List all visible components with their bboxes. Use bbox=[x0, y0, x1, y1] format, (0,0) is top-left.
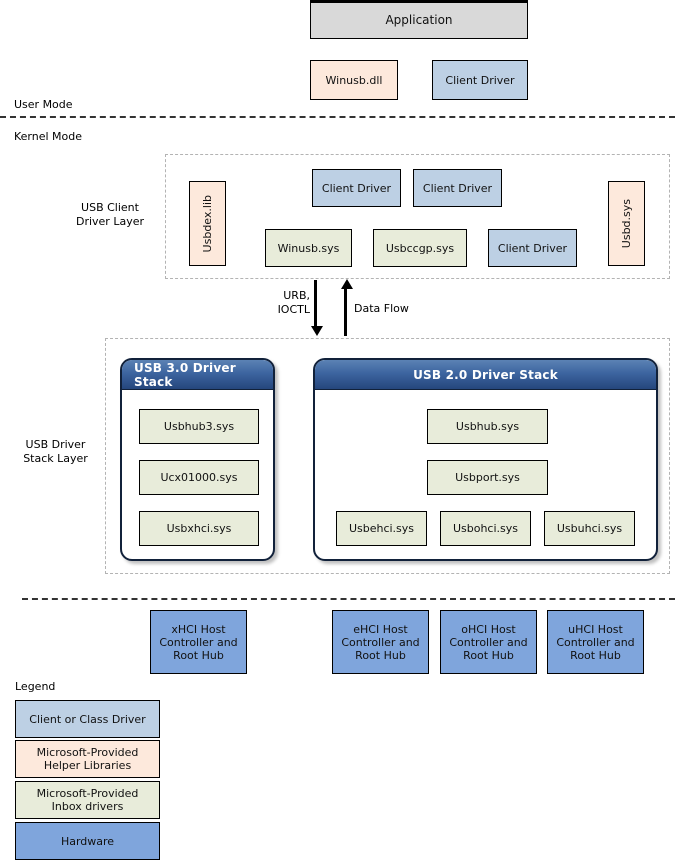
xhci-line1: xHCI Host bbox=[171, 622, 226, 636]
ohci-line3: Root Hub bbox=[463, 648, 514, 662]
kernel-client-driver-box-1: Client Driver bbox=[312, 169, 401, 207]
xhci-line3: Root Hub bbox=[173, 648, 224, 662]
usbccgp-sys-box: Usbccgp.sys bbox=[373, 229, 467, 267]
client-driver-layer-label-line1: USB Client bbox=[81, 201, 139, 214]
user-kernel-divider bbox=[0, 116, 675, 118]
ohci-line1: oHCI Host bbox=[461, 622, 516, 636]
driver-stack-layer-label-line2: Stack Layer bbox=[23, 452, 88, 465]
uhci-line1: uHCI Host bbox=[568, 622, 623, 636]
driver-stack-layer-label-line1: USB Driver bbox=[25, 438, 86, 451]
winusb-dll-box: Winusb.dll bbox=[310, 60, 398, 100]
ucx01000-sys-label: Ucx01000.sys bbox=[160, 471, 238, 484]
usbdex-lib-label: Usbdex.lib bbox=[201, 194, 214, 253]
usbdex-lib-box: Usbdex.lib bbox=[189, 181, 226, 266]
winusb-sys-box: Winusb.sys bbox=[265, 229, 352, 267]
legend-item-client-driver: Client or Class Driver bbox=[15, 700, 160, 738]
kernel-client-driver-label-3: Client Driver bbox=[497, 241, 568, 255]
uhci-line3: Root Hub bbox=[570, 648, 621, 662]
usb3-driver-stack-body: Usbhub3.sys Ucx01000.sys Usbxhci.sys bbox=[122, 390, 273, 559]
ehci-host-controller-box: eHCI Host Controller and Root Hub bbox=[332, 610, 429, 674]
user-client-driver-label: Client Driver bbox=[445, 73, 515, 87]
data-flow-arrow-shaft bbox=[344, 288, 347, 336]
kernel-mode-label: Kernel Mode bbox=[14, 130, 83, 143]
usbehci-sys-box: Usbehci.sys bbox=[336, 511, 427, 546]
usb2-driver-stack-title-bar: USB 2.0 Driver Stack bbox=[315, 360, 656, 390]
xhci-host-controller-box: xHCI Host Controller and Root Hub bbox=[150, 610, 247, 674]
usbuhci-sys-box: Usbuhci.sys bbox=[544, 511, 635, 546]
uhci-line2: Controller and bbox=[556, 635, 635, 649]
winusb-dll-label: Winusb.dll bbox=[325, 73, 383, 87]
usbport-sys-box: Usbport.sys bbox=[427, 460, 548, 495]
ohci-line2: Controller and bbox=[449, 635, 528, 649]
legend-item-client-driver-line1: Client or Class Driver bbox=[29, 712, 146, 726]
legend-item-helper-libraries: Microsoft-Provided Helper Libraries bbox=[15, 740, 160, 778]
usbxhci-sys-box: Usbxhci.sys bbox=[139, 511, 259, 546]
user-mode-label: User Mode bbox=[14, 98, 73, 111]
ehci-line1: eHCI Host bbox=[353, 622, 408, 636]
kernel-hardware-divider bbox=[22, 598, 675, 600]
usb2-driver-stack-panel: USB 2.0 Driver Stack Usbhub.sys Usbport.… bbox=[313, 358, 658, 561]
legend-item-hardware-line1: Hardware bbox=[60, 834, 115, 848]
client-driver-layer-label-line2: Driver Layer bbox=[75, 215, 144, 228]
uhci-host-controller-box: uHCI Host Controller and Root Hub bbox=[547, 610, 644, 674]
ohci-host-controller-box: oHCI Host Controller and Root Hub bbox=[440, 610, 537, 674]
urb-ioctl-label: URB, IOCTL bbox=[266, 289, 310, 317]
data-flow-label: Data Flow bbox=[354, 302, 409, 315]
usb3-driver-stack-title-bar: USB 3.0 Driver Stack bbox=[122, 360, 273, 390]
ehci-line3: Root Hub bbox=[355, 648, 406, 662]
xhci-line2: Controller and bbox=[159, 635, 238, 649]
urb-ioctl-label-line1: URB, bbox=[283, 289, 310, 302]
driver-stack-layer-label: USB Driver Stack Layer bbox=[8, 438, 103, 466]
legend-item-helper-libraries-line1: Microsoft-Provided bbox=[36, 746, 139, 759]
usbhub3-sys-box: Usbhub3.sys bbox=[139, 409, 259, 444]
kernel-client-driver-label-1: Client Driver bbox=[321, 181, 392, 195]
usbuhci-sys-label: Usbuhci.sys bbox=[556, 522, 623, 535]
kernel-client-driver-box-2: Client Driver bbox=[413, 169, 502, 207]
usbd-sys-box: Usbd.sys bbox=[608, 181, 645, 266]
legend-item-helper-libraries-line2: Helper Libraries bbox=[43, 759, 132, 772]
winusb-sys-label: Winusb.sys bbox=[277, 241, 340, 255]
application-label: Application bbox=[385, 13, 453, 27]
usbehci-sys-label: Usbehci.sys bbox=[348, 522, 415, 535]
user-client-driver-box: Client Driver bbox=[432, 60, 528, 100]
usb3-driver-stack-panel: USB 3.0 Driver Stack Usbhub3.sys Ucx0100… bbox=[120, 358, 275, 561]
ehci-line2: Controller and bbox=[341, 635, 420, 649]
usbhub-sys-box: Usbhub.sys bbox=[427, 409, 548, 444]
usb2-driver-stack-body: Usbhub.sys Usbport.sys Usbehci.sys Usboh… bbox=[315, 390, 656, 559]
urb-ioctl-arrow-shaft bbox=[314, 280, 317, 328]
legend-item-inbox-drivers-line1: Microsoft-Provided bbox=[36, 787, 139, 800]
usbhub-sys-label: Usbhub.sys bbox=[455, 420, 520, 433]
legend-title: Legend bbox=[15, 680, 56, 693]
legend-item-hardware: Hardware bbox=[15, 822, 160, 860]
usbxhci-sys-label: Usbxhci.sys bbox=[166, 522, 232, 535]
data-flow-arrow-head bbox=[340, 279, 353, 289]
kernel-client-driver-label-2: Client Driver bbox=[422, 181, 493, 195]
ucx01000-sys-box: Ucx01000.sys bbox=[139, 460, 259, 495]
usbohci-sys-label: Usbohci.sys bbox=[452, 522, 519, 535]
usbccgp-sys-label: Usbccgp.sys bbox=[385, 241, 455, 255]
client-driver-layer-label: USB Client Driver Layer bbox=[55, 201, 165, 229]
usbd-sys-label: Usbd.sys bbox=[620, 198, 633, 249]
urb-ioctl-arrow-head bbox=[310, 326, 323, 336]
usbhub3-sys-label: Usbhub3.sys bbox=[163, 420, 235, 433]
kernel-client-driver-box-3: Client Driver bbox=[488, 229, 577, 267]
legend-item-inbox-drivers: Microsoft-Provided Inbox drivers bbox=[15, 781, 160, 819]
usbport-sys-label: Usbport.sys bbox=[455, 471, 520, 484]
usb2-driver-stack-title: USB 2.0 Driver Stack bbox=[413, 367, 558, 382]
legend-item-inbox-drivers-line2: Inbox drivers bbox=[51, 800, 124, 813]
usb3-driver-stack-title: USB 3.0 Driver Stack bbox=[134, 360, 236, 389]
application-box: Application bbox=[310, 0, 528, 39]
urb-ioctl-label-line2: IOCTL bbox=[277, 303, 310, 316]
usbohci-sys-box: Usbohci.sys bbox=[440, 511, 531, 546]
